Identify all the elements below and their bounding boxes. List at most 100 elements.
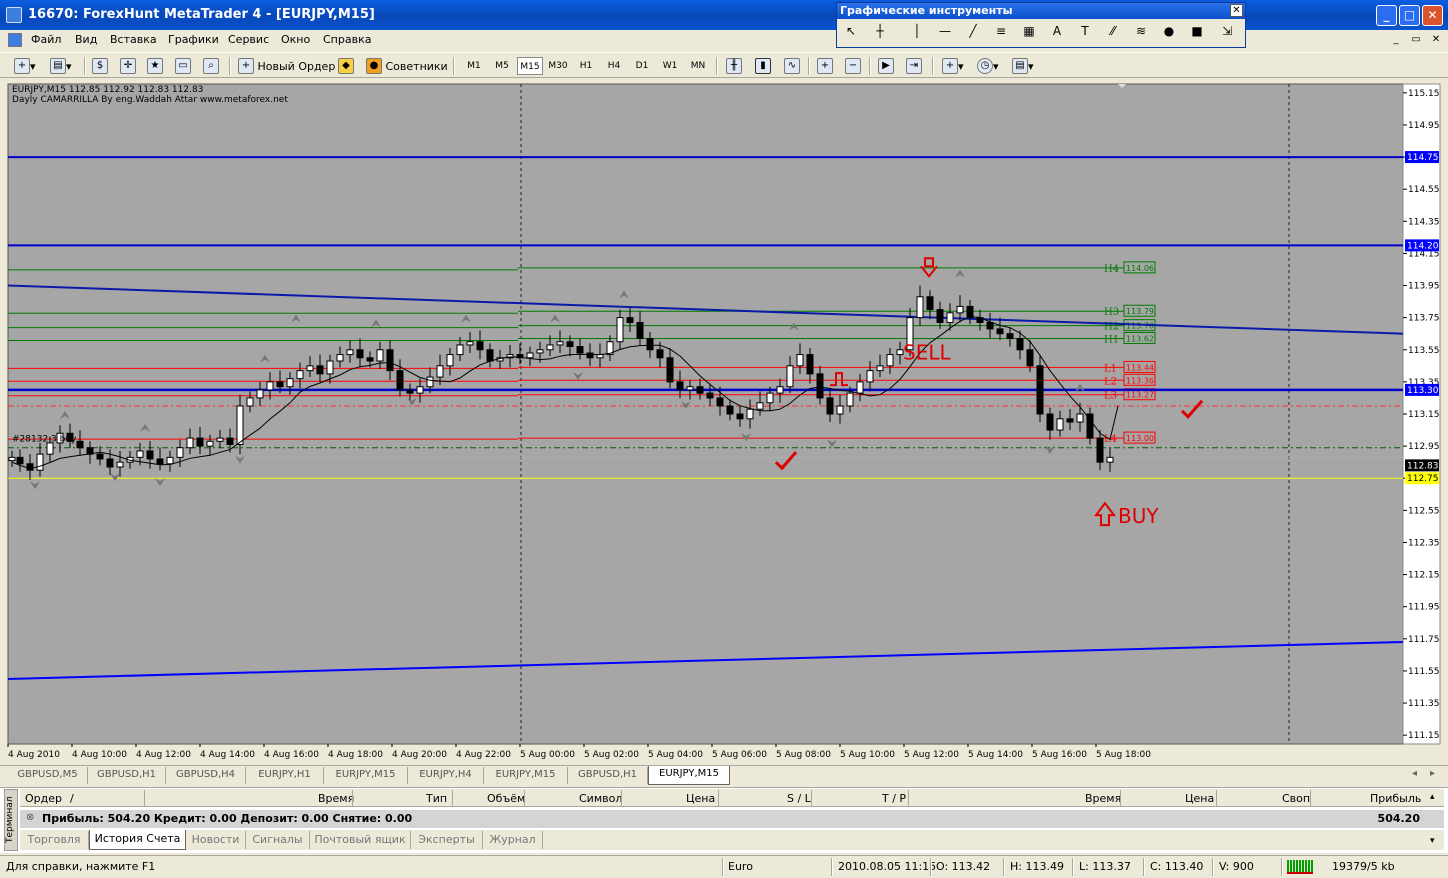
- menu-help[interactable]: Справка: [323, 33, 371, 46]
- tab-experts[interactable]: Эксперты: [411, 831, 483, 849]
- timeframe-h1[interactable]: H1: [573, 57, 599, 75]
- experts-button[interactable]: ● Советники: [366, 56, 448, 76]
- mdi-close-button[interactable]: ✕: [1428, 33, 1444, 47]
- timeframe-m1[interactable]: M1: [461, 57, 487, 75]
- crosshair-tool-icon[interactable]: ┼: [870, 24, 890, 38]
- chart-tab-7[interactable]: EURJPY,M15: [484, 767, 568, 784]
- chart-tab-3[interactable]: GBPUSD,H4: [166, 767, 246, 784]
- new-chart-button[interactable]: + ▾: [14, 56, 36, 76]
- status-profile[interactable]: Euro: [728, 860, 753, 873]
- fibo-arc-tool-icon[interactable]: ≋: [1131, 24, 1151, 38]
- navigator-button[interactable]: ★: [147, 56, 163, 76]
- col-close-price[interactable]: Цена: [1185, 792, 1214, 805]
- col-price[interactable]: Цена: [686, 792, 715, 805]
- timeframe-w1[interactable]: W1: [657, 57, 683, 75]
- data-window-button[interactable]: ✛: [120, 56, 136, 76]
- market-watch-button[interactable]: $: [92, 56, 108, 76]
- candle-chart-button[interactable]: ▮: [755, 56, 771, 76]
- chart-tab-8[interactable]: GBPUSD,H1: [568, 767, 648, 784]
- mdi-minimize-button[interactable]: _: [1388, 33, 1404, 47]
- col-sl[interactable]: S / L: [787, 792, 811, 805]
- label-tool-icon[interactable]: T: [1075, 24, 1095, 38]
- drawing-tools-close-button[interactable]: ✕: [1230, 4, 1243, 17]
- minimize-button[interactable]: _: [1376, 5, 1397, 26]
- ellipse-tool-icon[interactable]: ●: [1159, 24, 1179, 38]
- new-order-button[interactable]: + Новый Ордер: [238, 56, 335, 76]
- horizontal-line-tool-icon[interactable]: —: [935, 24, 955, 38]
- col-order[interactable]: Ордер: [25, 792, 62, 805]
- tab-account-history[interactable]: История Счета: [89, 830, 186, 850]
- tab-mailbox[interactable]: Почтовый ящик: [310, 831, 411, 849]
- history-summary-row[interactable]: ⊗ Прибыль: 504.20 Кредит: 0.00 Депозит: …: [20, 810, 1444, 828]
- chart-shift-button[interactable]: ⇥: [906, 56, 922, 76]
- mdi-restore-button[interactable]: ▭: [1408, 33, 1424, 47]
- tabs-scroll-left-icon[interactable]: ◂: [1412, 768, 1417, 779]
- menu-window[interactable]: Окно: [281, 33, 310, 46]
- terminal-scroll-down-icon[interactable]: ▾: [1430, 836, 1435, 846]
- col-swap[interactable]: Своп: [1282, 792, 1310, 805]
- candle-body: [316, 365, 324, 375]
- timeframe-m15[interactable]: M15: [517, 57, 543, 75]
- cursor-tool-icon[interactable]: ↖: [841, 24, 861, 38]
- chart-tab-2[interactable]: GBPUSD,H1: [88, 767, 166, 784]
- col-sort[interactable]: /: [70, 792, 74, 805]
- line-chart-button[interactable]: ∿: [784, 56, 800, 76]
- chart-tab-1[interactable]: GBPUSD,M5: [8, 767, 88, 784]
- autoscroll-button[interactable]: ▶: [878, 56, 894, 76]
- col-profit[interactable]: Прибыль: [1370, 792, 1421, 805]
- col-symbol[interactable]: Символ: [579, 792, 622, 805]
- status-close: C: 113.40: [1150, 860, 1204, 873]
- col-type[interactable]: Тип: [426, 792, 447, 805]
- menu-tools[interactable]: Сервис: [228, 33, 269, 46]
- maximize-button[interactable]: □: [1399, 5, 1420, 26]
- text-tool-icon[interactable]: A: [1047, 24, 1067, 38]
- timeframe-m5[interactable]: M5: [489, 57, 515, 75]
- tabs-scroll-right-icon[interactable]: ▸: [1430, 768, 1435, 779]
- chart-window-icon[interactable]: [8, 33, 22, 47]
- fibo-fan-tool-icon[interactable]: ⁄⁄: [1103, 24, 1123, 38]
- price-chart[interactable]: 115.15114.95114.75114.55114.35114.15113.…: [0, 80, 1448, 764]
- periods-button[interactable]: ◷ ▾: [977, 56, 999, 76]
- col-tp[interactable]: T / P: [882, 792, 906, 805]
- fibo-tool-icon[interactable]: ▦: [1019, 24, 1039, 38]
- metaeditor-button[interactable]: ◆: [338, 56, 354, 76]
- zoom-in-button[interactable]: +: [817, 56, 833, 76]
- bar-chart-button[interactable]: ╫: [726, 56, 742, 76]
- timeframe-d1[interactable]: D1: [629, 57, 655, 75]
- menu-view[interactable]: Вид: [75, 33, 97, 46]
- timeframe-m30[interactable]: M30: [545, 57, 571, 75]
- menu-charts[interactable]: Графики: [168, 33, 219, 46]
- timeframe-h4[interactable]: H4: [601, 57, 627, 75]
- col-close-time[interactable]: Время: [1085, 792, 1121, 805]
- rectangle-tool-icon[interactable]: ■: [1187, 24, 1207, 38]
- indicators-button[interactable]: + ▾: [942, 56, 964, 76]
- plot-area[interactable]: [7, 83, 1404, 745]
- y-tick-label: 115.15: [1408, 89, 1440, 99]
- tab-journal[interactable]: Журнал: [483, 831, 543, 849]
- chart-tab-9[interactable]: EURJPY,M15: [648, 766, 730, 785]
- arrows-tool-icon[interactable]: ⇲: [1217, 24, 1237, 38]
- menu-file[interactable]: Файл: [31, 33, 61, 46]
- timeframe-mn[interactable]: MN: [685, 57, 711, 75]
- templates-button[interactable]: ▤ ▾: [1012, 56, 1034, 76]
- menu-insert[interactable]: Вставка: [110, 33, 157, 46]
- vertical-line-tool-icon[interactable]: │: [907, 24, 927, 38]
- tab-news[interactable]: Новости: [186, 831, 246, 849]
- chart-tab-6[interactable]: EURJPY,H4: [408, 767, 484, 784]
- chart-tab-4[interactable]: EURJPY,H1: [246, 767, 324, 784]
- terminal-scroll-up-icon[interactable]: ▴: [1430, 792, 1435, 802]
- channel-tool-icon[interactable]: ≡: [991, 24, 1011, 38]
- col-open-time[interactable]: Время: [318, 792, 354, 805]
- tester-button[interactable]: ⌕: [203, 56, 219, 76]
- col-volume[interactable]: Объём: [487, 792, 525, 805]
- candle-body: [386, 349, 394, 372]
- close-button[interactable]: ✕: [1422, 5, 1443, 26]
- terminal-button[interactable]: ▭: [175, 56, 191, 76]
- tab-signals[interactable]: Сигналы: [246, 831, 310, 849]
- chart-tab-5[interactable]: EURJPY,M15: [324, 767, 408, 784]
- trendline-tool-icon[interactable]: ╱: [963, 24, 983, 38]
- connection-status-icon[interactable]: [1287, 860, 1313, 874]
- tab-trade[interactable]: Торговля: [20, 831, 89, 849]
- zoom-out-button[interactable]: −: [845, 56, 861, 76]
- profiles-button[interactable]: ▤ ▾: [50, 56, 72, 76]
